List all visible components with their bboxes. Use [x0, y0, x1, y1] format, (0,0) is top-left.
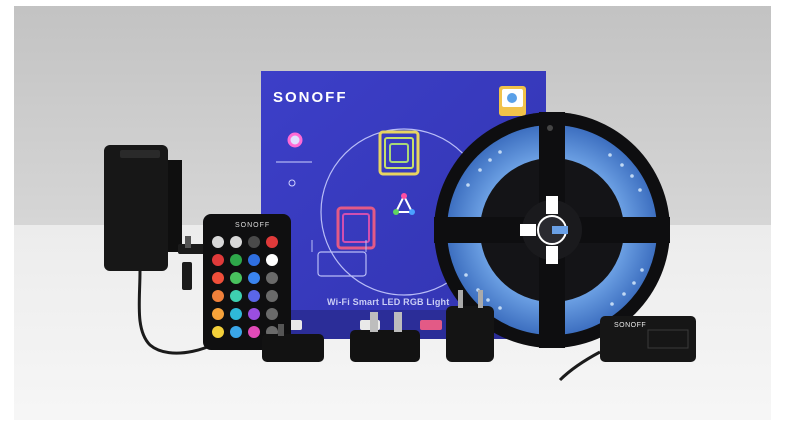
white-frame-left — [0, 0, 14, 434]
ir-remote — [203, 214, 291, 350]
controller-brand-logo: SONOFF — [614, 322, 647, 329]
box-product-name: Wi-Fi Smart LED RGB Light — [327, 297, 450, 307]
color-wheel-icon — [287, 132, 303, 148]
white-frame-top — [0, 0, 785, 6]
white-frame-right — [771, 0, 785, 434]
white-frame-bottom — [0, 420, 785, 434]
product-photo — [0, 0, 785, 434]
remote-brand-logo: SONOFF — [235, 222, 271, 229]
box-brand-logo: SONOFF — [273, 89, 348, 106]
